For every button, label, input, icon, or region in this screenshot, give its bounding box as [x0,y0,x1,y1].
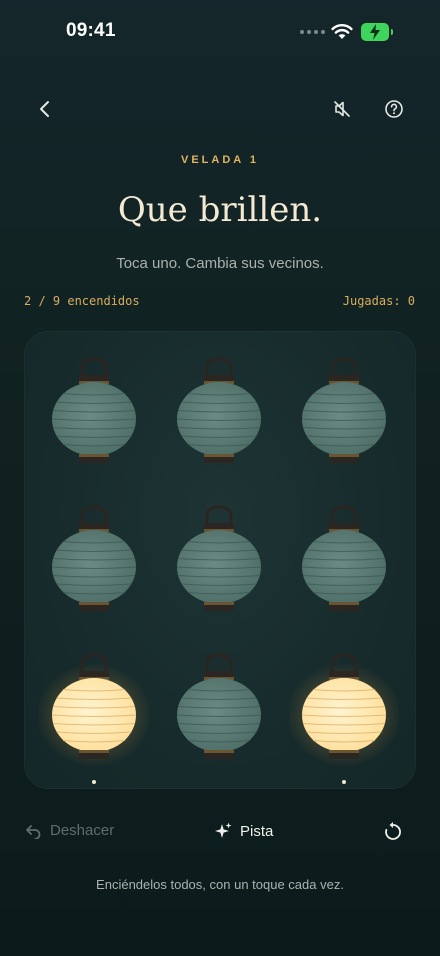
help-icon [385,100,403,118]
lit-counter: 2 / 9 encendidos [24,294,140,308]
lantern-grid [24,331,416,789]
lantern-7-lit[interactable] [39,649,149,789]
lantern-9-lit[interactable] [289,649,399,789]
hint-button[interactable]: Pista [214,822,273,840]
undo-button[interactable]: Deshacer [25,822,114,839]
lantern-1-unlit[interactable] [39,353,149,493]
footer-tip: Enciéndelos todos, con un toque cada vez… [96,877,344,892]
lantern-8-unlit[interactable] [164,649,274,789]
charging-bolt-icon [370,24,380,40]
status-time: 09:41 [66,20,116,41]
lantern-icon [51,505,137,611]
wifi-icon [331,24,353,39]
lantern-icon [289,653,399,767]
restart-button[interactable] [382,821,404,848]
speaker-muted-icon [334,101,350,117]
sparkle-icon [215,822,232,838]
lit-indicator-dot [92,780,96,784]
lantern-icon [51,357,137,463]
lantern-4-unlit[interactable] [39,501,149,641]
lantern-icon [301,357,387,463]
undo-arrow-icon [26,824,41,839]
level-label: VELADA 1 [181,154,259,166]
page-title: Que brillen. [117,190,323,230]
lit-indicator-dot [342,780,346,784]
lantern-icon [39,653,149,767]
hint-label: Pista [240,822,274,840]
restart-icon [385,822,401,840]
lantern-icon [176,653,262,759]
cellular-signal-icon [300,30,325,34]
lantern-3-unlit[interactable] [289,353,399,493]
lantern-icon [176,505,262,611]
lantern-icon [301,505,387,611]
undo-label: Deshacer [50,822,115,839]
battery-icon [361,23,393,41]
instructions-subtitle: Toca uno. Cambia sus vecinos. [116,255,324,272]
chevron-left-icon [40,101,49,117]
action-bar: Deshacer Pista [0,822,440,846]
lantern-5-unlit[interactable] [164,501,274,641]
status-bar: 09:41 [0,0,440,60]
lantern-icon [176,357,262,463]
back-button[interactable] [30,94,60,124]
mute-button[interactable] [327,94,357,124]
help-button[interactable] [379,94,409,124]
lantern-2-unlit[interactable] [164,353,274,493]
lantern-6-unlit[interactable] [289,501,399,641]
moves-counter: Jugadas: 0 [342,294,415,308]
